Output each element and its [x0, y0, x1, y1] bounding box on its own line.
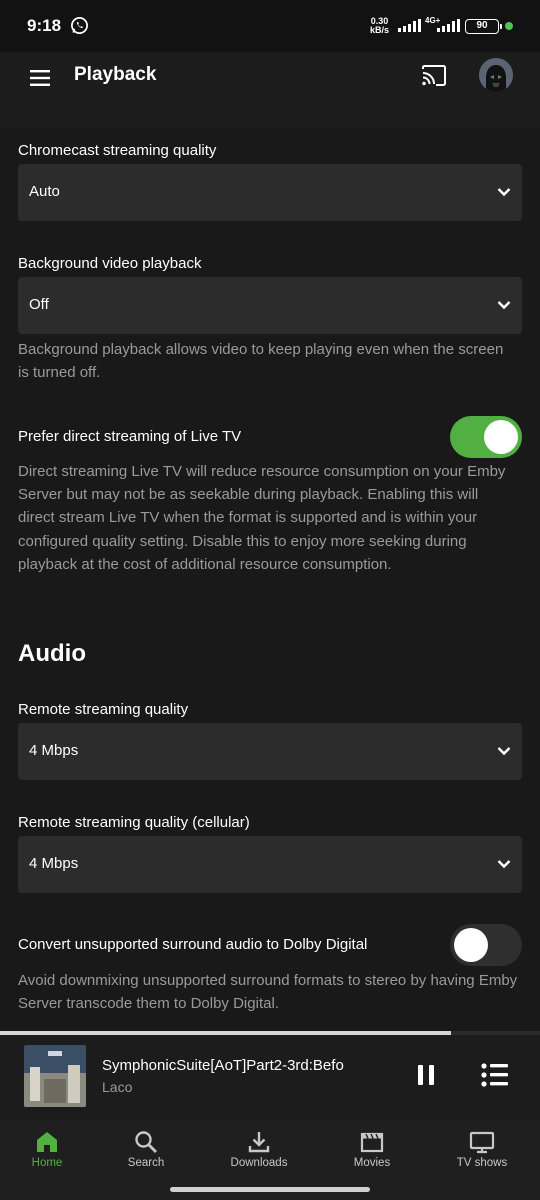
remote-quality-cellular-select[interactable]: 4 Mbps	[18, 836, 522, 893]
queue-list-icon[interactable]	[480, 1061, 510, 1089]
remote-quality-cellular-label: Remote streaming quality (cellular)	[18, 814, 250, 831]
nav-home[interactable]: Home	[17, 1120, 77, 1180]
pause-icon[interactable]	[413, 1062, 439, 1088]
whatsapp-notification-icon	[71, 17, 88, 34]
movies-icon	[360, 1132, 384, 1153]
remote-quality-cellular-value: 4 Mbps	[29, 855, 79, 872]
audio-section-title: Audio	[18, 640, 86, 667]
nav-tv-shows[interactable]: TV shows	[447, 1120, 517, 1180]
nav-movies[interactable]: Movies	[342, 1120, 402, 1180]
background-playback-label: Background video playback	[18, 255, 202, 272]
remote-quality-select[interactable]: 4 Mbps	[18, 723, 522, 780]
status-time: 9:18	[27, 16, 62, 35]
nav-downloads[interactable]: Downloads	[219, 1120, 299, 1180]
chevron-down-icon	[497, 747, 511, 756]
tv-icon	[469, 1131, 495, 1154]
avatar-image	[479, 58, 513, 92]
net-speed: 0.30 kB/s	[370, 17, 389, 35]
signal-icon-2	[437, 19, 460, 32]
settings-content: Chromecast streaming quality Auto Backgr…	[0, 128, 540, 1033]
battery-level: 90	[476, 20, 488, 31]
toggle-knob	[454, 928, 488, 962]
remote-quality-value: 4 Mbps	[29, 742, 79, 759]
chromecast-quality-select[interactable]: Auto	[18, 164, 522, 221]
nav-movies-label: Movies	[353, 1157, 391, 1169]
nav-downloads-label: Downloads	[230, 1157, 288, 1169]
chromecast-quality-value: Auto	[29, 183, 60, 200]
status-bar: 9:18 0.30 kB/s 4G+ 90	[0, 0, 540, 52]
net-speed-unit: kB/s	[370, 25, 390, 35]
home-icon	[37, 1132, 57, 1152]
cast-icon[interactable]	[420, 62, 448, 90]
track-title: SymphonicSuite[AoT]Part2-3rd:Befo	[102, 1057, 344, 1074]
download-icon	[248, 1132, 270, 1153]
chevron-down-icon	[497, 301, 511, 310]
chevron-down-icon	[497, 860, 511, 869]
search-icon	[135, 1131, 157, 1153]
prefer-direct-live-tv-label: Prefer direct streaming of Live TV	[18, 428, 242, 445]
background-playback-help: Background playback allows video to keep…	[18, 341, 504, 382]
convert-surround-toggle[interactable]	[450, 924, 522, 966]
background-playback-value: Off	[29, 296, 49, 313]
privacy-dot	[505, 22, 513, 30]
nav-tv-shows-label: TV shows	[456, 1157, 508, 1169]
chevron-down-icon	[497, 188, 511, 197]
app-bar: Playback	[0, 52, 540, 128]
track-artist: Laco	[102, 1079, 133, 1095]
toggle-knob	[484, 420, 518, 454]
page-title: Playback	[74, 64, 157, 85]
battery-indicator: 90	[465, 19, 502, 34]
menu-icon[interactable]	[28, 66, 52, 90]
gesture-home-indicator	[170, 1187, 370, 1192]
nav-search-label: Search	[127, 1157, 165, 1169]
background-playback-select[interactable]: Off	[18, 277, 522, 334]
chromecast-quality-label: Chromecast streaming quality	[18, 142, 217, 159]
album-art-image	[24, 1045, 86, 1107]
convert-surround-label: Convert unsupported surround audio to Do…	[18, 936, 368, 953]
prefer-direct-live-tv-toggle[interactable]	[450, 416, 522, 458]
now-playing-bar[interactable]: SymphonicSuite[AoT]Part2-3rd:Befo Laco	[0, 1035, 540, 1120]
nav-home-label: Home	[31, 1157, 63, 1169]
user-avatar[interactable]	[479, 58, 513, 92]
remote-quality-label: Remote streaming quality	[18, 701, 189, 718]
convert-surround-help: Avoid downmixing unsupported surround fo…	[18, 972, 518, 1013]
prefer-direct-live-tv-help: Direct streaming Live TV will reduce res…	[18, 463, 506, 573]
nav-search[interactable]: Search	[116, 1120, 176, 1180]
album-art	[24, 1045, 86, 1107]
signal-icon	[398, 19, 421, 32]
